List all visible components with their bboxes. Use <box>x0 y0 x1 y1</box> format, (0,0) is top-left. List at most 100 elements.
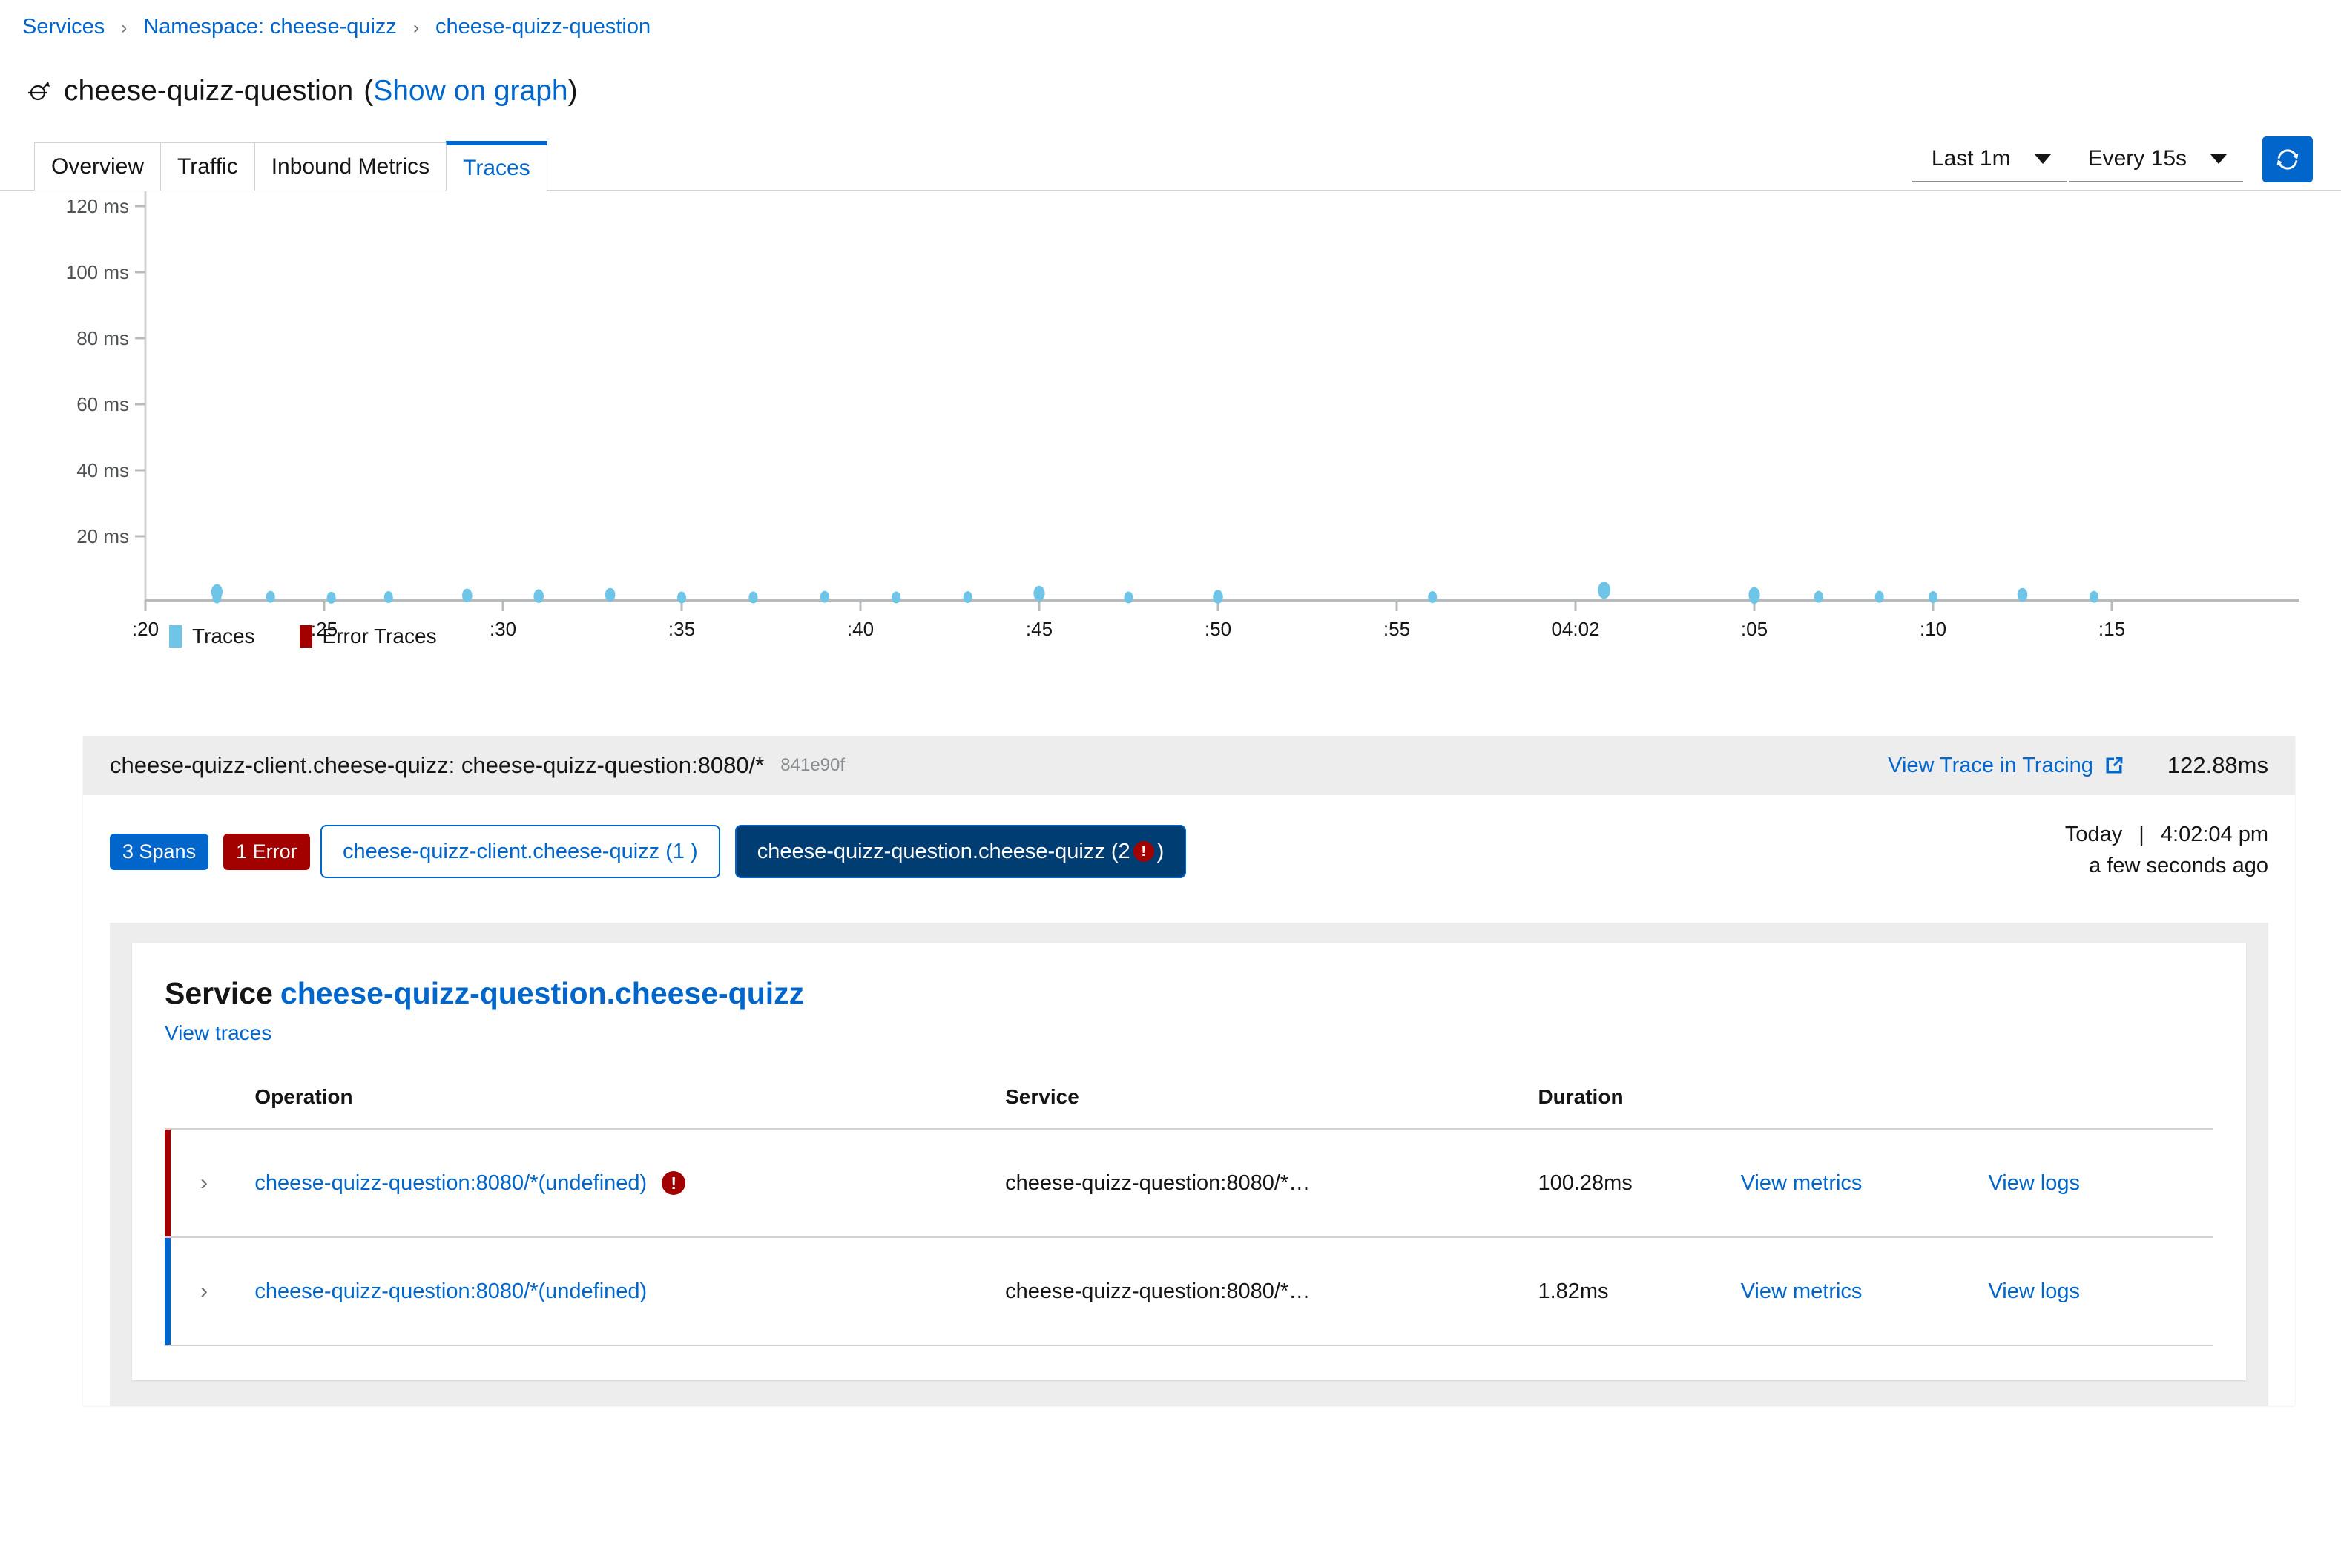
svg-text::55: :55 <box>1383 618 1410 640</box>
service-button-cheese-quizz-client[interactable]: cheese-quizz-client.cheese-quizz (1 ) <box>320 825 720 878</box>
spans-table: Operation Service Duration › <box>165 1085 2213 1346</box>
view-logs-cell: View logs <box>1988 1129 2213 1237</box>
breadcrumb-separator-icon: › <box>413 19 419 37</box>
trace-detail-card: cheese-quizz-client.cheese-quizz: cheese… <box>83 736 2295 1406</box>
trace-id: 841e90f <box>780 755 845 776</box>
refresh-interval-select[interactable]: Every 15s <box>2069 136 2243 182</box>
service-button-client-label: cheese-quizz-client.cheese-quizz (1 ) <box>343 840 698 864</box>
tab-overview[interactable]: Overview <box>34 142 161 191</box>
paren-open: ( <box>363 76 373 105</box>
service-cell: cheese-quizz-question:8080/*… <box>1005 1129 1538 1237</box>
tab-traces-label: Traces <box>463 156 530 181</box>
chart-point[interactable] <box>327 592 336 604</box>
svg-text::05: :05 <box>1741 618 1768 640</box>
chart-point[interactable] <box>1750 592 1759 604</box>
chart-point[interactable] <box>1428 591 1437 603</box>
chart-point[interactable] <box>748 592 757 604</box>
svg-text:04:02: 04:02 <box>1551 618 1599 640</box>
chart-point[interactable] <box>462 589 473 602</box>
trace-timestamp-line1: Today | 4:02:04 pm <box>2065 819 2268 850</box>
tab-traffic-label: Traffic <box>177 154 238 179</box>
chart-point[interactable] <box>1213 590 1223 603</box>
chart-point[interactable] <box>266 591 275 603</box>
chevron-down-icon <box>2210 154 2227 164</box>
tab-bar: Overview Traffic Inbound Metrics Traces <box>34 141 547 191</box>
trace-timestamp-day: Today <box>2065 823 2122 846</box>
chart-point[interactable] <box>964 591 972 603</box>
service-heading: Servicecheese-quizz-question.cheese-quiz… <box>132 976 2246 1011</box>
chevron-right-icon[interactable]: › <box>200 1279 208 1304</box>
svg-text::45: :45 <box>1026 618 1053 640</box>
breadcrumb-separator-icon: › <box>121 19 127 37</box>
chevron-right-icon[interactable]: › <box>200 1170 208 1196</box>
paren-close: ) <box>568 76 578 105</box>
operation-cell: cheese-quizz-question:8080/*(undefined) … <box>254 1129 1005 1237</box>
svg-text::20: :20 <box>132 618 159 640</box>
breadcrumb-item-service[interactable]: cheese-quizz-question <box>435 16 651 38</box>
view-metrics-link[interactable]: View metrics <box>1741 1171 1863 1195</box>
operation-link[interactable]: cheese-quizz-question:8080/*(undefined) <box>254 1279 647 1304</box>
view-trace-in-tracing-link[interactable]: View Trace in Tracing <box>1888 754 2124 778</box>
chart-point[interactable] <box>1125 592 1133 604</box>
tab-inbound-metrics[interactable]: Inbound Metrics <box>254 142 447 191</box>
external-link-icon <box>2104 755 2124 776</box>
view-metrics-link[interactable]: View metrics <box>1741 1279 1863 1303</box>
breadcrumb: Services › Namespace: cheese-quizz › che… <box>0 0 2341 38</box>
tab-overview-label: Overview <box>51 154 144 179</box>
refresh-icon <box>2275 147 2300 172</box>
svg-text:100 ms: 100 ms <box>66 261 129 283</box>
legend-swatch-traces <box>169 625 182 648</box>
view-traces-link[interactable]: View traces <box>132 1011 271 1045</box>
trace-chips-row: 3 Spans 1 Error cheese-quizz-client.chee… <box>110 822 2268 881</box>
trace-data-points[interactable] <box>211 191 2098 604</box>
chart-point[interactable] <box>2018 588 2028 602</box>
refresh-button[interactable] <box>2262 136 2313 182</box>
legend-item-traces[interactable]: Traces <box>169 625 255 648</box>
chart-point[interactable] <box>533 590 544 603</box>
service-cell: cheese-quizz-question:8080/*… <box>1005 1237 1538 1345</box>
service-icon <box>25 78 52 105</box>
chart-point[interactable] <box>820 591 829 603</box>
svg-text:120 ms: 120 ms <box>66 195 129 217</box>
chart-point[interactable] <box>1875 591 1884 603</box>
spans-table-header-row: Operation Service Duration <box>165 1085 2213 1129</box>
legend-item-error-traces[interactable]: Error Traces <box>300 625 437 648</box>
service-button-question-label-suffix: ) <box>1157 840 1165 864</box>
table-row[interactable]: › cheese-quizz-question:8080/*(undefined… <box>165 1237 2213 1345</box>
legend-label-traces: Traces <box>192 625 255 648</box>
service-heading-name[interactable]: cheese-quizz-question.cheese-quizz <box>280 976 804 1010</box>
time-range-select[interactable]: Last 1m <box>1912 136 2067 182</box>
tab-traffic[interactable]: Traffic <box>160 142 255 191</box>
chart-point[interactable] <box>892 592 900 604</box>
chart-point[interactable] <box>384 591 393 603</box>
chart-point[interactable] <box>1814 591 1823 603</box>
chart-point[interactable] <box>212 592 221 604</box>
chart-legend: Traces Error Traces <box>169 625 437 648</box>
svg-text:80 ms: 80 ms <box>76 327 129 349</box>
service-button-cheese-quizz-question[interactable]: cheese-quizz-question.cheese-quizz (2 ! … <box>735 825 1187 878</box>
chart-point[interactable] <box>605 588 616 602</box>
operation-link[interactable]: cheese-quizz-question:8080/*(undefined) <box>254 1171 647 1196</box>
view-logs-link[interactable]: View logs <box>1988 1171 2080 1195</box>
chart-point[interactable] <box>1598 582 1610 599</box>
view-logs-link[interactable]: View logs <box>1988 1279 2080 1303</box>
chart-point[interactable] <box>1033 586 1044 602</box>
chart-point[interactable] <box>1929 591 1937 603</box>
legend-swatch-error-traces <box>300 625 312 648</box>
column-header-service: Service <box>1005 1085 1538 1129</box>
breadcrumb-item-namespace[interactable]: Namespace: cheese-quizz <box>143 16 397 38</box>
chart-point[interactable] <box>677 592 686 604</box>
tab-traces[interactable]: Traces <box>446 141 547 191</box>
column-header-operation: Operation <box>254 1085 1005 1129</box>
svg-text::50: :50 <box>1205 618 1231 640</box>
show-on-graph-link[interactable]: Show on graph <box>373 76 567 105</box>
expand-cell[interactable]: › <box>165 1129 254 1237</box>
view-trace-in-tracing-label: View Trace in Tracing <box>1888 754 2093 778</box>
chart-point[interactable] <box>2090 591 2098 603</box>
svg-text::10: :10 <box>1920 618 1946 640</box>
breadcrumb-item-services[interactable]: Services <box>22 16 105 38</box>
expand-cell[interactable]: › <box>165 1237 254 1345</box>
trace-body: 3 Spans 1 Error cheese-quizz-client.chee… <box>83 795 2295 1406</box>
svg-text::30: :30 <box>490 618 516 640</box>
table-row[interactable]: › cheese-quizz-question:8080/*(undefined… <box>165 1129 2213 1237</box>
